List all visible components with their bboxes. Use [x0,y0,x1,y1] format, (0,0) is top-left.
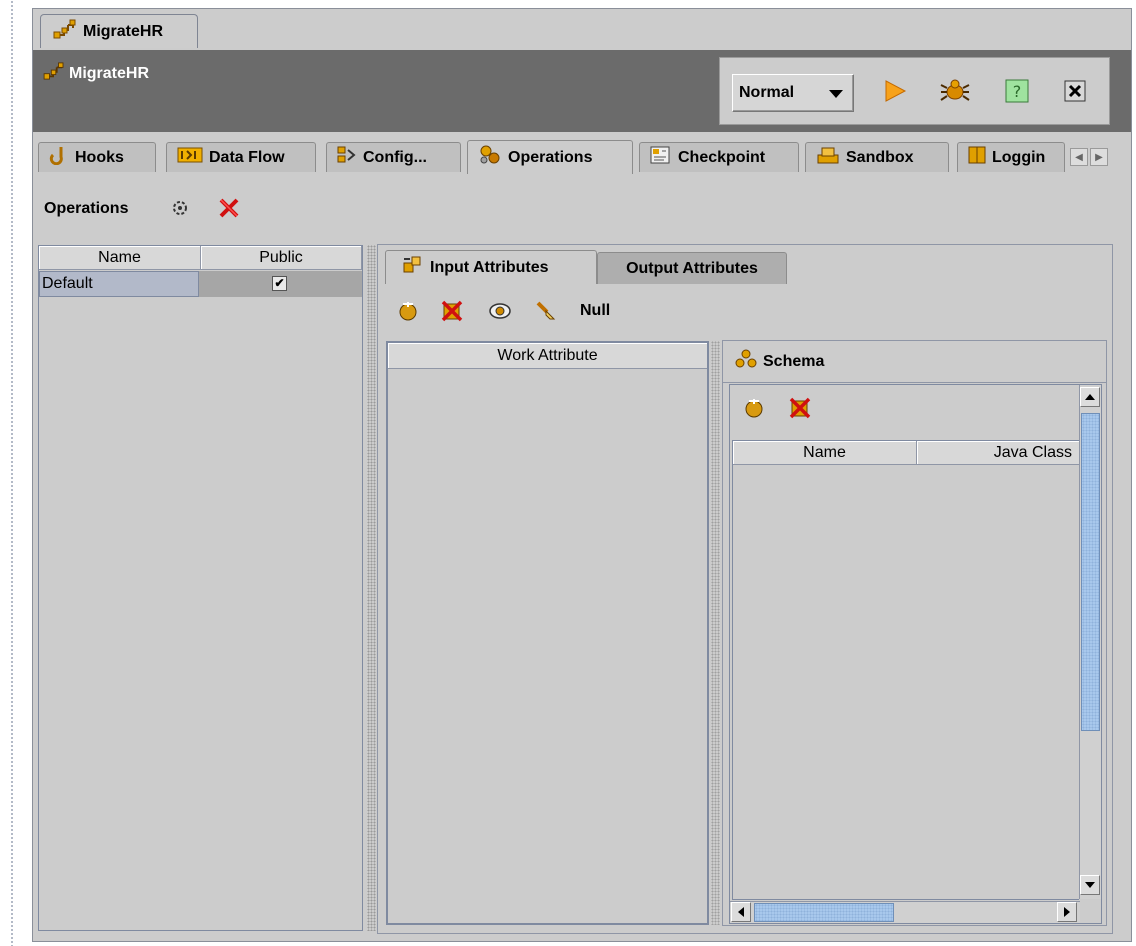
operations-label: Operations [44,200,129,217]
tab-data-flow[interactable]: Data Flow [166,142,316,172]
scroll-down-button[interactable] [1080,875,1100,895]
add-operation-button[interactable] [168,198,192,222]
close-icon [1064,80,1086,107]
document-tab-migratehr[interactable]: MigrateHR [40,14,198,48]
column-header-name[interactable]: Name [733,441,917,465]
close-button[interactable] [1060,78,1090,108]
svg-text:?: ? [1013,82,1022,101]
delete-schema-icon [788,396,812,425]
input-attributes-icon [402,255,424,280]
tab-input-attributes[interactable]: Input Attributes [385,250,597,284]
tab-label: Sandbox [846,148,914,166]
chevron-down-icon [829,90,843,98]
mode-select[interactable]: Normal [732,74,854,112]
add-schema-button[interactable] [742,398,766,422]
mode-select-value: Normal [739,84,795,101]
scroll-right-button[interactable] [1057,902,1077,922]
tab-label: Config... [363,148,427,166]
add-attribute-icon [397,300,419,327]
column-header-work-attribute[interactable]: Work Attribute [388,343,707,369]
debug-button[interactable] [940,78,970,108]
config-icon [337,145,357,170]
arrow-down-icon [1085,882,1095,888]
column-header-java-class[interactable]: Java Class [917,441,1080,465]
tab-label: Loggin [992,148,1046,166]
tab-sandbox[interactable]: Sandbox [805,142,949,172]
key-node-icon [43,62,65,85]
add-attribute-button[interactable] [396,301,420,325]
schema-title: Schema [763,352,825,370]
vertical-splitter[interactable] [367,245,376,931]
scroll-left-button[interactable] [731,902,751,922]
logging-icon [968,145,986,170]
help-icon: ? [1004,78,1030,109]
scroll-up-button[interactable] [1080,387,1100,407]
run-controls: Normal ? [719,57,1110,125]
tab-config[interactable]: Config... [326,142,461,172]
tab-label: Input Attributes [430,258,549,276]
eye-icon [488,301,512,326]
delete-schema-button[interactable] [788,396,812,425]
set-null-button[interactable] [534,301,558,325]
operations-table: Name Public Default ✔ [38,245,363,931]
gear-add-icon [170,198,190,223]
scroll-left-icon: ◀ [1075,151,1083,163]
delete-operation-button[interactable] [217,198,241,222]
table-row[interactable]: Default ✔ [39,271,362,297]
work-attribute-table: Work Attribute [386,341,709,925]
checkpoint-icon [650,145,672,170]
hook-icon [49,145,69,170]
data-flow-icon [177,146,203,169]
document-tab-label: MigrateHR [83,22,164,40]
operations-icon [478,144,502,171]
run-button[interactable] [880,78,910,108]
column-header-public[interactable]: Public [201,246,362,270]
main-tab-strip: Hooks Data Flow Config... Operations Che… [33,140,1131,174]
tab-logging[interactable]: Loggin [957,142,1065,172]
brush-icon [535,300,557,327]
delete-attribute-icon [440,299,464,328]
tab-label: Operations [508,148,593,166]
public-checkbox[interactable]: ✔ [272,276,287,291]
schema-toolbar [730,385,1080,439]
delete-x-icon [217,196,241,225]
schema-header: Schema [723,341,1106,383]
tab-checkpoint[interactable]: Checkpoint [639,142,799,172]
null-label: Null [580,302,611,319]
operation-name-cell[interactable]: Default [39,271,199,297]
tab-label: Hooks [75,148,124,166]
tab-label: Data Flow [209,148,285,166]
vertical-scroll-thumb[interactable] [1081,413,1100,731]
delete-attribute-button[interactable] [440,299,464,328]
arrow-up-icon [1085,394,1095,400]
tab-label: Output Attributes [626,259,758,277]
tab-output-attributes[interactable]: Output Attributes [597,252,787,284]
horizontal-scrollbar[interactable] [730,901,1080,923]
vertical-scrollbar[interactable] [1079,385,1101,899]
tab-hooks[interactable]: Hooks [38,142,156,172]
header-title: MigrateHR [69,64,150,82]
left-splitter[interactable] [0,0,32,946]
tab-scroll-right-button[interactable]: ▶ [1090,148,1108,166]
attributes-splitter[interactable] [711,341,720,925]
schema-table: Name Java Class [732,440,1080,900]
attributes-toolbar: Null [384,290,1112,334]
scroll-right-icon: ▶ [1095,151,1103,163]
arrow-left-icon [738,907,744,917]
tab-operations[interactable]: Operations [467,140,633,174]
tab-scroll-left-button[interactable]: ◀ [1070,148,1088,166]
schema-icon [735,349,757,374]
horizontal-scroll-thumb[interactable] [754,903,894,922]
help-button[interactable]: ? [1002,78,1032,108]
arrow-right-icon [1064,907,1070,917]
run-icon [882,78,908,109]
schema-scroll-pane: Name Java Class [729,384,1102,924]
column-header-name[interactable]: Name [39,246,201,270]
add-schema-icon [743,397,765,424]
sandbox-icon [816,145,840,170]
debug-bug-icon [940,77,970,110]
view-attribute-button[interactable] [488,301,512,325]
tab-label: Checkpoint [678,148,766,166]
key-node-icon [53,19,77,44]
